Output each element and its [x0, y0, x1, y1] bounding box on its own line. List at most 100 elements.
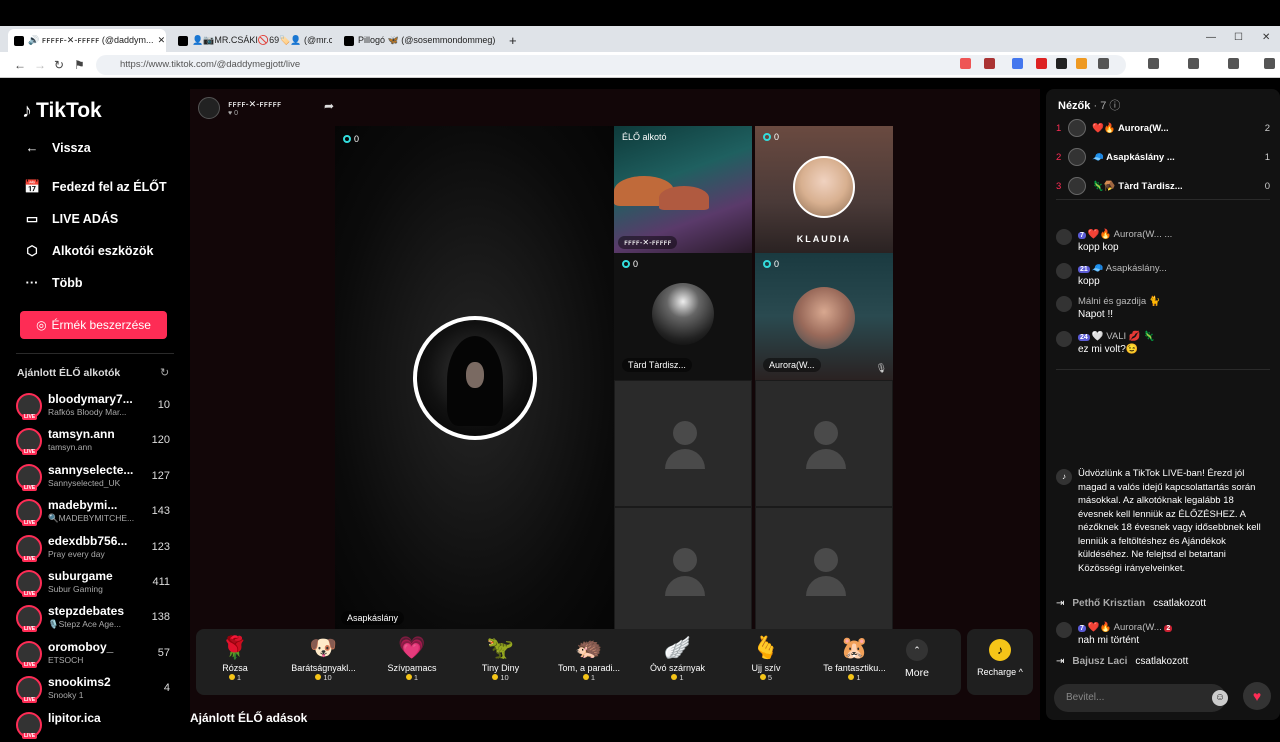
avatar[interactable]: LIVE [16, 534, 42, 562]
creator-item[interactable]: LIVE snookims2 Snooky 1 4 [16, 674, 176, 706]
viewers-header[interactable]: Nézők · 7 ⓘ [1058, 97, 1120, 113]
new-tab-button[interactable]: + [503, 29, 523, 52]
gift-item[interactable]: 🦔 Tom, a paradi... 1 [545, 629, 633, 695]
info-icon[interactable]: ⓘ [1109, 100, 1120, 112]
more-link[interactable]: ··· Több [24, 275, 83, 290]
back-link[interactable]: ← Vissza [24, 140, 91, 155]
empty-seat[interactable] [614, 507, 752, 631]
avatar[interactable] [1056, 229, 1072, 245]
gift-item[interactable]: 🦖 Tiny Diny 10 [457, 629, 545, 695]
host-name[interactable]: ꜰꜰꜰꜰ-✕-ꜰꜰꜰꜰꜰ [228, 99, 281, 110]
creator-name[interactable]: snookims2 [48, 675, 134, 689]
avatar[interactable] [1068, 119, 1086, 137]
host-avatar[interactable] [198, 97, 220, 119]
gift-item[interactable]: 🐹 Te fantasztiku... 1 [811, 629, 899, 695]
empty-seat[interactable] [755, 380, 893, 507]
extension-icon[interactable] [984, 58, 995, 69]
creator-item[interactable]: LIVE oromoboy_ ETSOCH 57 [16, 639, 176, 671]
tiktok-logo[interactable]: ♪ TikTok [22, 99, 102, 123]
creator-item[interactable]: LIVE sannyselecte... Sannyselected_UK 127 [16, 462, 176, 494]
avatar[interactable] [1056, 331, 1072, 347]
join-user[interactable]: Bajusz Laci [1072, 656, 1127, 667]
viewer-name[interactable]: ❤️🔥 Aurora(W... [1092, 123, 1169, 134]
chat-user[interactable]: Málni és gazdija 🐈 [1078, 296, 1161, 307]
creator-name[interactable]: stepzdebates [48, 604, 134, 618]
avatar[interactable] [1056, 263, 1072, 279]
avatar[interactable]: LIVE [16, 676, 42, 704]
avatar[interactable]: LIVE [16, 640, 42, 668]
explore-live-link[interactable]: 📅 Fedezd fel az ÉLŐT [24, 179, 167, 195]
minimize-button[interactable]: — [1206, 32, 1216, 43]
translate-icon[interactable] [1012, 58, 1023, 69]
chat-input[interactable]: Bevitel... [1054, 684, 1226, 712]
avatar[interactable]: LIVE [16, 499, 42, 527]
main-guest-video[interactable]: 0 Asapkáslány [335, 126, 614, 631]
bookmark-icon[interactable]: ⚑ [74, 58, 85, 72]
creator-name[interactable]: suburgame [48, 569, 134, 583]
url-input[interactable]: https://www.tiktok.com/@daddymegjott/liv… [96, 55, 1126, 75]
tab-daddymegjott[interactable]: 🔊 ꜰꜰꜰꜰꜰ-✕-ꜰꜰꜰꜰꜰ (@daddym... ✕ [8, 29, 166, 52]
join-user[interactable]: Pethő Krisztian [1072, 598, 1145, 609]
creator-item[interactable]: LIVE tamsyn.ann tamsyn.ann 120 [16, 426, 176, 458]
tab-close-icon[interactable]: ✕ [158, 35, 166, 46]
empty-seat[interactable] [755, 507, 893, 631]
avatar[interactable]: LIVE [16, 570, 42, 597]
creator-name[interactable]: bloodymary7... [48, 392, 134, 406]
top-viewer-row[interactable]: 1 ❤️🔥 Aurora(W... 2 [1056, 119, 1270, 141]
chat-user[interactable]: 🤍 VALI 💋 🦎 [1092, 331, 1155, 342]
chat-user[interactable]: ❤️🔥 Aurora(W... [1088, 622, 1162, 633]
creator-name[interactable]: edexdbb756... [48, 534, 134, 548]
go-live-link[interactable]: ▭ LIVE ADÁS [24, 211, 118, 227]
forward-icon[interactable]: → [34, 58, 46, 72]
tab-pillogo[interactable]: Pillogó 🦋 (@sosemmondommeg) ÉLŐ [338, 29, 498, 52]
avatar[interactable] [1056, 296, 1072, 312]
close-window-button[interactable]: ✕ [1262, 32, 1270, 43]
emoji-icon[interactable]: ☺ [1212, 690, 1228, 706]
tab-mr-csaki[interactable]: 👤📷MR.CSÁKI🚫69🏷️👤 (@mr.cs... [172, 29, 332, 52]
gift-item[interactable]: 💗 Szívpamacs 1 [368, 629, 456, 695]
chat-message[interactable]: 24 🤍 VALI 💋 🦎 ez mi volt?😉 [1056, 331, 1272, 361]
share-icon[interactable]: ➦ [324, 99, 334, 113]
download-icon[interactable] [1148, 58, 1159, 69]
chat-user[interactable]: 🧢 Asapkáslány... [1092, 263, 1167, 274]
avatar[interactable]: LIVE [16, 605, 42, 633]
chat-message[interactable]: 7 ❤️🔥 Aurora(W... ... kopp kop [1056, 229, 1272, 259]
get-coins-button[interactable]: ◎ Érmék beszerzése [20, 311, 167, 339]
like-heart-button[interactable]: ♥ [1243, 682, 1271, 710]
maximize-button[interactable]: ☐ [1234, 32, 1243, 43]
avatar[interactable] [1068, 148, 1086, 166]
guest-cell-aurora[interactable]: 0 Aurora(W... 🎙 [755, 253, 893, 380]
top-viewer-row[interactable]: 2 🧢 Asapkáslány ... 1 [1056, 148, 1270, 170]
menu-icon[interactable] [1264, 58, 1275, 69]
top-viewer-row[interactable]: 3 🦎🪤 Tàrd Tàrdisz... 0 [1056, 177, 1270, 199]
creator-name[interactable]: madebymi... [48, 498, 134, 512]
creator-item[interactable]: LIVE lipitor.ica [16, 710, 176, 742]
gift-item[interactable]: 🪽 Óvó szárnyak 1 [634, 629, 722, 695]
extension-icon[interactable] [1056, 58, 1067, 69]
puzzle-icon[interactable] [1098, 58, 1109, 69]
viewer-name[interactable]: 🦎🪤 Tàrd Tàrdisz... [1092, 181, 1183, 192]
creator-item[interactable]: LIVE bloodymary7... Rafkós Bloody Mar... 10 [16, 391, 176, 423]
avatar[interactable]: LIVE [16, 711, 42, 739]
viewer-name[interactable]: 🧢 Asapkáslány ... [1092, 152, 1175, 163]
chat-message[interactable]: 21 🧢 Asapkáslány... kopp [1056, 263, 1272, 293]
avatar[interactable]: LIVE [16, 463, 42, 491]
vpn-icon[interactable] [1228, 58, 1239, 69]
empty-seat[interactable] [614, 380, 752, 507]
creator-name[interactable]: oromoboy_ [48, 640, 134, 654]
creator-item[interactable]: LIVE stepzdebates 🎙️Stepz Ace Age... 138 [16, 603, 176, 635]
extension-icon[interactable] [1076, 58, 1087, 69]
recharge-button[interactable]: ♪ Recharge ^ [967, 629, 1033, 695]
chat-message[interactable]: 7 ❤️🔥 Aurora(W... 2 nah mi történt [1056, 622, 1272, 652]
refresh-icon[interactable]: ↻ [160, 366, 169, 379]
avatar[interactable]: LIVE [16, 393, 42, 420]
gift-item[interactable]: 🐶 Barátságnyakl... 10 [280, 629, 368, 695]
reload-icon[interactable]: ↻ [54, 58, 64, 72]
avatar[interactable] [1068, 177, 1086, 195]
back-icon[interactable]: ← [14, 58, 26, 72]
gift-item[interactable]: 🌹 Rózsa 1 [191, 629, 279, 695]
creator-name[interactable]: tamsyn.ann [48, 427, 134, 441]
host-video-cell[interactable]: ÉLŐ alkotó ꜰꜰꜰꜰ-✕-ꜰꜰꜰꜰꜰ [614, 126, 752, 253]
gift-item[interactable]: 🫰 Ujj szív 5 [722, 629, 810, 695]
creator-tools-link[interactable]: ⬡ Alkotói eszközök [24, 243, 153, 259]
